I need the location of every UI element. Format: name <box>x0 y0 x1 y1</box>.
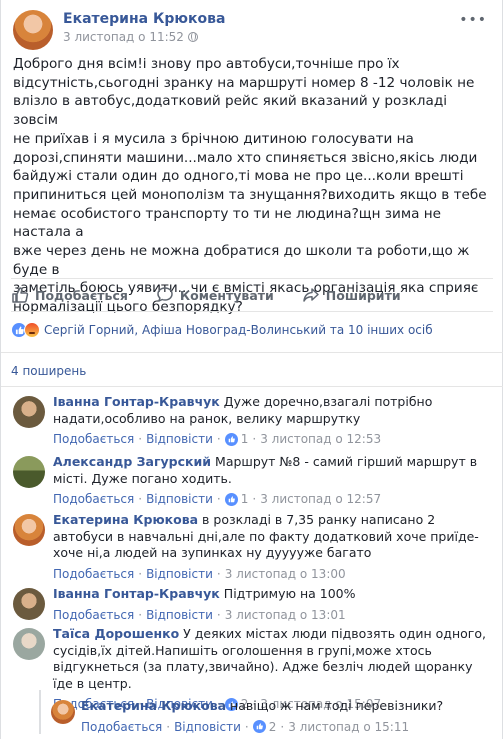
comment-like-count[interactable]: 1 <box>241 431 249 448</box>
post-meta: 3 листопад о 11:52 <box>63 30 198 44</box>
commenter-avatar[interactable] <box>51 700 75 724</box>
commenter-name[interactable]: Александр Загурский <box>53 454 211 469</box>
like-count-icon <box>252 720 266 734</box>
comment-reply-link[interactable]: Відповісти <box>146 607 213 624</box>
comment-time[interactable]: 3 листопад о 13:01 <box>225 607 346 624</box>
shares-count[interactable]: 4 поширень <box>11 364 86 378</box>
like-label: Подобається <box>35 287 128 303</box>
comment-time[interactable]: 3 листопад о 12:53 <box>260 431 381 448</box>
author-avatar[interactable] <box>13 10 53 50</box>
comment-time[interactable]: 3 листопад о 15:11 <box>288 719 409 736</box>
comment-like-link[interactable]: Подобається <box>53 566 134 583</box>
commenter-name[interactable]: Таїса Дорошенко <box>53 626 179 641</box>
post-action-bar: Подобається Коментувати Поширити <box>11 278 493 312</box>
facebook-post-card: Екатерина Крюкова 3 листопад о 11:52 •••… <box>0 0 503 739</box>
comment-meta: Подобається · Відповісти · 1 · 3 листопад о… <box>53 431 382 448</box>
like-count-icon <box>224 492 238 506</box>
share-arrow-icon <box>303 288 319 302</box>
comment-text: Підтримую на 100% <box>223 586 356 601</box>
like-count-icon <box>224 432 238 446</box>
reactions-names[interactable]: Сергій Горний, Афіша Новоград-Волинський… <box>44 323 433 337</box>
comment-like-link[interactable]: Подобається <box>53 607 134 624</box>
commenter-avatar[interactable] <box>13 588 45 620</box>
comment-time[interactable]: 3 листопад о 12:57 <box>260 491 381 508</box>
commenter-avatar[interactable] <box>13 514 45 546</box>
share-label: Поширити <box>325 287 401 303</box>
commenter-name[interactable]: Екатерина Крюкова <box>81 698 226 713</box>
commenter-name[interactable]: Іванна Гонтар-Кравчук <box>53 586 220 601</box>
comment-meta: Подобається · Відповісти · 2 · 3 листопад о… <box>81 719 410 736</box>
comment-button[interactable]: Коментувати <box>156 286 274 304</box>
globe-icon <box>187 32 198 42</box>
comment-like-link[interactable]: Подобається <box>53 491 134 508</box>
post-timestamp[interactable]: 3 листопад о 11:52 <box>63 30 184 44</box>
comment-reply-link[interactable]: Відповісти <box>146 566 213 583</box>
thumbs-up-icon <box>12 287 29 303</box>
commenter-avatar[interactable] <box>13 396 45 428</box>
comment-reply-link[interactable]: Відповісти <box>146 491 213 508</box>
comment-meta: Подобається · Відповісти · 1 · 3 листопад о… <box>53 491 382 508</box>
commenter-name[interactable]: Екатерина Крюкова <box>53 512 198 527</box>
comment-text: навіщо ж нам тоді перевізники? <box>230 698 444 713</box>
comment-like-link[interactable]: Подобається <box>53 431 134 448</box>
commenter-avatar[interactable] <box>13 628 45 660</box>
comment-reply-link[interactable]: Відповісти <box>146 431 213 448</box>
commenter-name[interactable]: Іванна Гонтар-Кравчук <box>53 394 220 409</box>
comment-bubble-icon <box>157 287 173 302</box>
divider <box>1 386 503 387</box>
comment-label: Коментувати <box>179 287 274 303</box>
like-button[interactable]: Подобається <box>11 286 128 304</box>
divider <box>1 352 503 353</box>
post-author[interactable]: Екатерина Крюкова <box>63 11 225 27</box>
comment-meta: Подобається · Відповісти · 3 листопад о 13… <box>53 607 346 624</box>
comment-like-link[interactable]: Подобається <box>81 719 162 736</box>
post-header: Екатерина Крюкова 3 листопад о 11:52 ••• <box>13 8 493 50</box>
share-button[interactable]: Поширити <box>302 286 401 304</box>
comment-like-count[interactable]: 1 <box>241 491 249 508</box>
comment-reply-link[interactable]: Відповісти <box>174 719 241 736</box>
reply-thread-line <box>39 690 41 734</box>
comment-time[interactable]: 3 листопад о 13:00 <box>225 566 346 583</box>
reactions-summary[interactable]: Сергій Горний, Афіша Новоград-Волинський… <box>11 322 433 338</box>
comment-meta: Подобається · Відповісти · 3 листопад о 13… <box>53 566 346 583</box>
more-horizontal-icon[interactable]: ••• <box>459 12 487 28</box>
comment-like-count[interactable]: 2 <box>269 719 277 736</box>
angry-reaction-icon <box>24 322 40 338</box>
commenter-avatar[interactable] <box>13 456 45 488</box>
